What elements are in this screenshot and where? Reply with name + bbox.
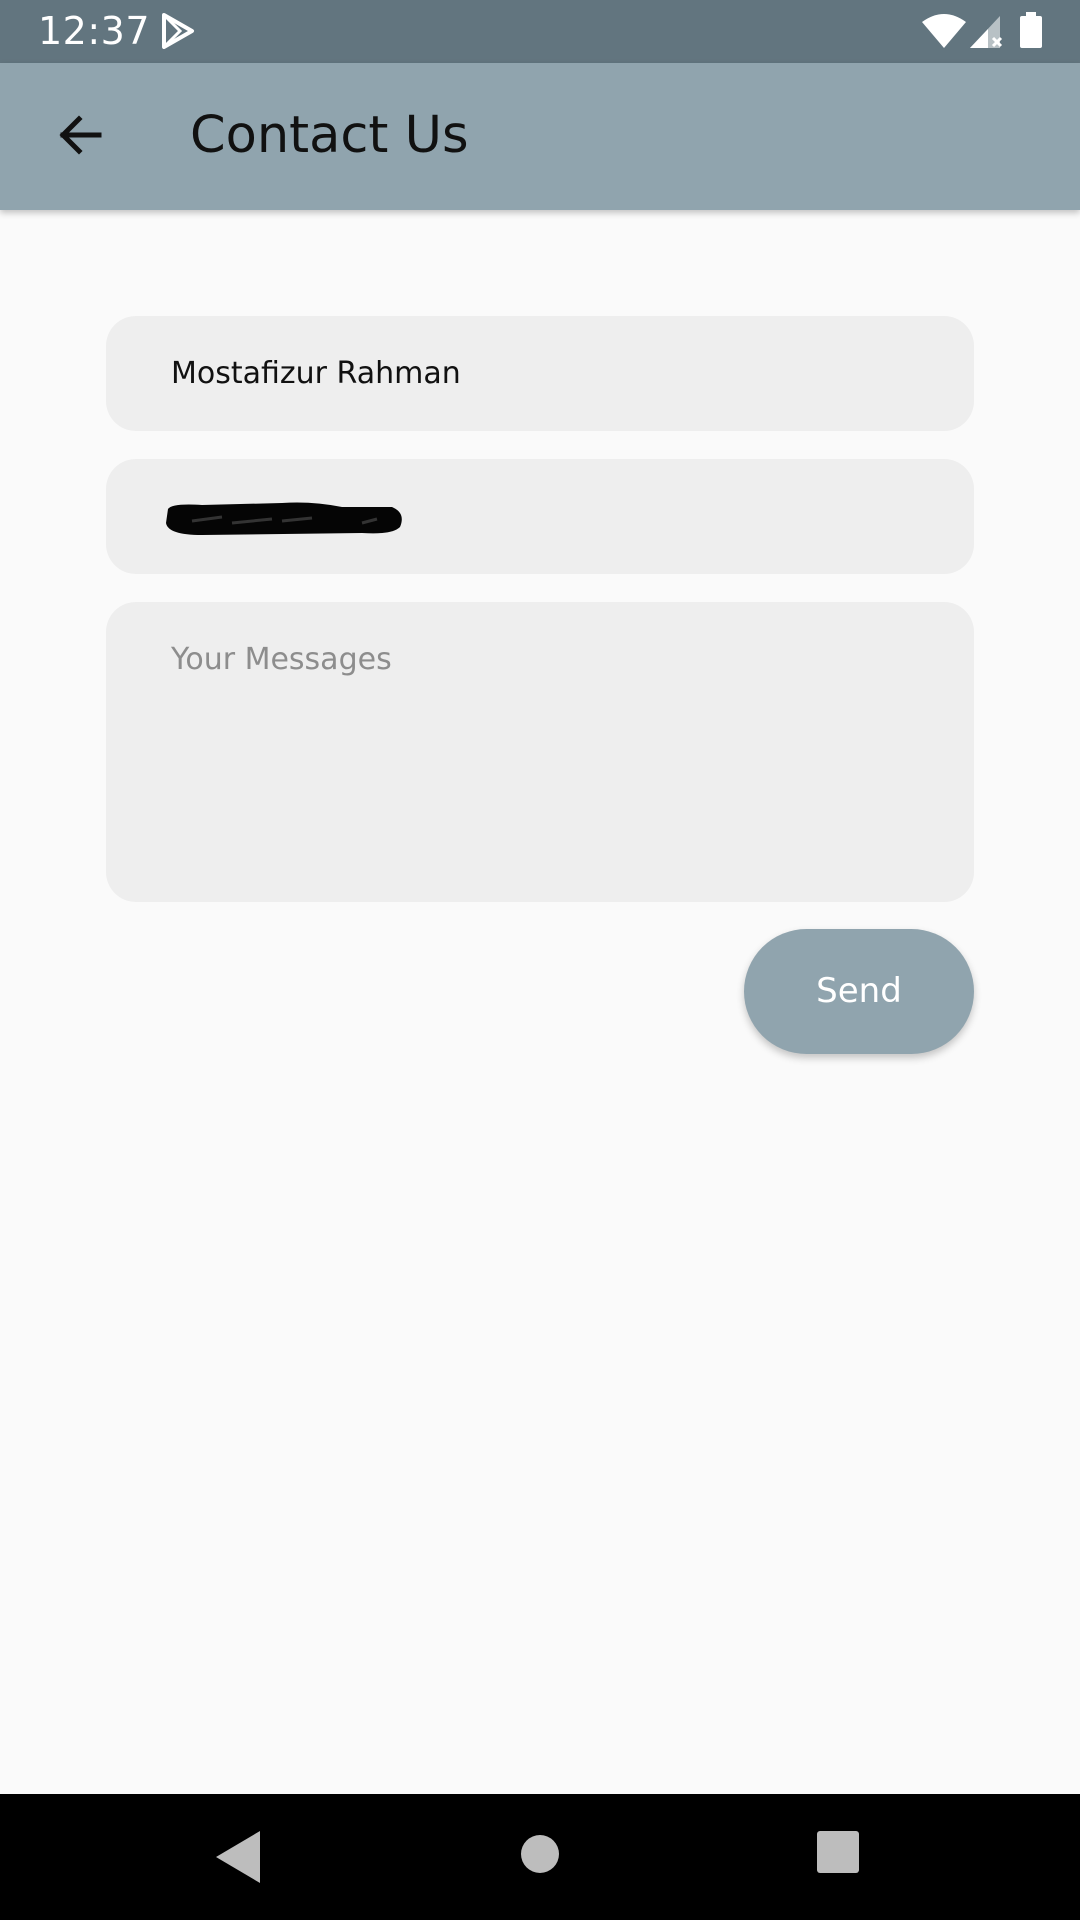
email-field[interactable] <box>106 459 974 574</box>
play-store-icon <box>162 13 194 49</box>
status-time: 12:37 <box>38 9 151 53</box>
message-field[interactable]: Your Messages <box>106 602 974 902</box>
nav-home-icon[interactable] <box>520 1834 560 1874</box>
status-bar: 12:37 <box>0 0 1080 63</box>
nav-back-icon[interactable] <box>214 1829 262 1885</box>
back-button[interactable] <box>30 85 130 185</box>
message-placeholder: Your Messages <box>171 642 392 677</box>
app-bar: Contact Us <box>0 63 1080 210</box>
nav-recents-icon[interactable] <box>817 1831 859 1873</box>
page-title: Contact Us <box>190 106 469 165</box>
redaction-mark <box>166 502 402 535</box>
name-value: Mostafizur Rahman <box>171 356 461 391</box>
name-field[interactable]: Mostafizur Rahman <box>106 316 974 431</box>
arrow-left-icon <box>59 115 102 155</box>
wifi-icon <box>922 14 966 48</box>
send-button[interactable]: Send <box>744 929 974 1054</box>
navigation-bar <box>0 1794 1080 1920</box>
battery-icon <box>1020 12 1042 48</box>
signal-icon <box>970 16 1003 48</box>
